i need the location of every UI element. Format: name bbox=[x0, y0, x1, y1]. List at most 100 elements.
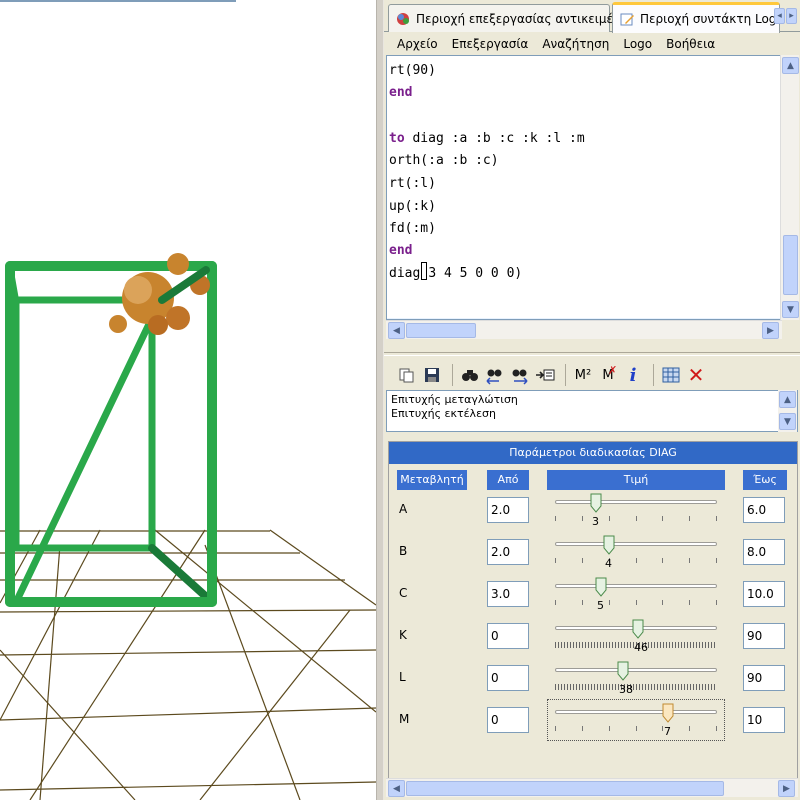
right-panel: Περιοχή επεξεργασίας αντικειμένων Περιοχ… bbox=[384, 0, 800, 800]
m-clear-icon[interactable]: M ✗ bbox=[597, 364, 619, 386]
slider-tick bbox=[662, 558, 663, 563]
tab-label: Περιοχή συντάκτη Logo bbox=[640, 12, 784, 26]
find-icon[interactable] bbox=[459, 364, 481, 386]
param-to-input[interactable]: 8.0 bbox=[743, 539, 785, 565]
pane-divider[interactable] bbox=[384, 352, 800, 356]
scroll-left-button[interactable]: ◀ bbox=[388, 322, 405, 339]
tab-scroll-left-button[interactable]: ◂ bbox=[774, 8, 785, 24]
slider-tick bbox=[555, 516, 556, 521]
param-value-label: 38 bbox=[619, 683, 633, 696]
find-previous-icon[interactable] bbox=[484, 364, 506, 386]
scroll-left-button[interactable]: ◀ bbox=[388, 780, 405, 797]
slider-tick bbox=[716, 516, 717, 521]
menu-edit[interactable]: Επεξεργασία bbox=[445, 37, 536, 51]
ground-grid bbox=[0, 529, 376, 800]
scroll-thumb[interactable] bbox=[783, 235, 798, 295]
tab-object-editing[interactable]: Περιοχή επεξεργασίας αντικειμένων bbox=[388, 4, 636, 32]
slider-thumb[interactable] bbox=[662, 703, 674, 723]
slider-thumb[interactable] bbox=[632, 619, 644, 639]
code-text: diag :a :b :c :k :l :m bbox=[404, 131, 585, 146]
menu-logo[interactable]: Logo bbox=[616, 37, 659, 51]
copy-icon[interactable] bbox=[396, 364, 418, 386]
slider-thumb[interactable] bbox=[590, 493, 602, 513]
tab-logo-editor[interactable]: Περιοχή συντάκτη Logo bbox=[612, 2, 784, 33]
tab-bar: Περιοχή επεξεργασίας αντικειμένων Περιοχ… bbox=[384, 0, 800, 33]
column-header-value: Τιμή bbox=[547, 470, 725, 490]
code-line: orth(:a :b :c) bbox=[389, 153, 499, 168]
slider-tick bbox=[555, 558, 556, 563]
parameters-title: Παράμετροι διαδικασίας DIAG bbox=[389, 442, 797, 464]
scroll-up-button[interactable]: ▲ bbox=[779, 391, 796, 408]
param-slider-track[interactable] bbox=[555, 584, 717, 588]
code-line-call: diag 3 4 5 0 0 0) bbox=[389, 262, 522, 284]
param-to-input[interactable]: 10 bbox=[743, 707, 785, 733]
slider-tick bbox=[689, 600, 690, 605]
param-slider-track[interactable] bbox=[555, 500, 717, 504]
find-next-icon[interactable] bbox=[509, 364, 531, 386]
tab-scroll-right-button[interactable]: ▸ bbox=[786, 8, 797, 24]
param-value-label: 5 bbox=[597, 599, 604, 612]
menu-file[interactable]: Αρχείο bbox=[390, 37, 445, 51]
param-from-input[interactable]: 2.0 bbox=[487, 539, 529, 565]
slider-focus-outline bbox=[547, 699, 725, 741]
scene-svg bbox=[0, 0, 376, 800]
param-from-input[interactable]: 0 bbox=[487, 707, 529, 733]
param-slider-track[interactable] bbox=[555, 710, 717, 714]
param-to-input[interactable]: 6.0 bbox=[743, 497, 785, 523]
column-header-to: Έως bbox=[743, 470, 787, 490]
close-icon[interactable]: ✕ bbox=[685, 363, 707, 387]
slider-tick bbox=[582, 600, 583, 605]
3d-viewport[interactable] bbox=[0, 0, 376, 800]
param-to-input[interactable]: 90 bbox=[743, 665, 785, 691]
output-vertical-scrollbar[interactable]: ▲ ▼ bbox=[778, 390, 797, 432]
scroll-down-button[interactable]: ▼ bbox=[779, 413, 796, 430]
scroll-up-button[interactable]: ▲ bbox=[782, 57, 799, 74]
param-from-input[interactable]: 0 bbox=[487, 665, 529, 691]
panel-splitter[interactable] bbox=[376, 0, 384, 800]
param-from-input[interactable]: 0 bbox=[487, 623, 529, 649]
code-line: fd(:m) bbox=[389, 221, 436, 236]
column-header-variable: Μεταβλητή bbox=[397, 470, 467, 490]
param-slider-track[interactable] bbox=[555, 542, 717, 546]
param-to-input[interactable]: 10.0 bbox=[743, 581, 785, 607]
scroll-thumb[interactable] bbox=[406, 323, 476, 338]
info-icon[interactable]: i bbox=[622, 364, 644, 386]
slider-tick bbox=[716, 726, 717, 731]
toolbar-separator bbox=[452, 364, 453, 386]
scroll-right-button[interactable]: ▶ bbox=[762, 322, 779, 339]
panel-horizontal-scrollbar[interactable]: ◀ ▶ bbox=[386, 778, 798, 797]
editor-vertical-scrollbar[interactable]: ▲ ▼ bbox=[780, 55, 799, 320]
objects-area-icon bbox=[397, 12, 409, 25]
code-text: 3 4 5 0 0 0) bbox=[428, 266, 523, 281]
editor-horizontal-scrollbar[interactable]: ◀ ▶ bbox=[386, 320, 782, 339]
goto-line-icon[interactable] bbox=[534, 364, 556, 386]
slider-tick bbox=[716, 558, 717, 563]
menu-help[interactable]: Βοήθεια bbox=[659, 37, 722, 51]
logo-editor-icon bbox=[620, 13, 634, 26]
code-line: end bbox=[389, 85, 413, 100]
param-slider-track[interactable] bbox=[555, 668, 717, 672]
m-squared-icon[interactable]: M² bbox=[572, 364, 594, 386]
scroll-thumb[interactable] bbox=[406, 781, 724, 796]
slider-thumb[interactable] bbox=[595, 577, 607, 597]
save-icon[interactable] bbox=[421, 364, 443, 386]
param-name: C bbox=[399, 586, 408, 600]
param-name: A bbox=[399, 502, 408, 516]
param-from-input[interactable]: 3.0 bbox=[487, 581, 529, 607]
slider-thumb[interactable] bbox=[603, 535, 615, 555]
param-to-input[interactable]: 90 bbox=[743, 623, 785, 649]
output-console: Επιτυχής μεταγλώτιση Επιτυχής εκτέλεση bbox=[386, 390, 798, 432]
slider-tick bbox=[609, 726, 610, 731]
scroll-down-button[interactable]: ▼ bbox=[782, 301, 799, 318]
toolbar-separator bbox=[565, 364, 566, 386]
code-editor[interactable]: rt(90) end to diag :a :b :c :k :l :m ort… bbox=[386, 55, 782, 320]
param-value-label: 46 bbox=[634, 641, 648, 654]
keyword: to bbox=[389, 131, 405, 146]
menu-search[interactable]: Αναζήτηση bbox=[535, 37, 616, 51]
scroll-right-button[interactable]: ▶ bbox=[778, 780, 795, 797]
param-name: K bbox=[399, 628, 407, 642]
param-from-input[interactable]: 2.0 bbox=[487, 497, 529, 523]
grid-icon[interactable] bbox=[660, 364, 682, 386]
slider-thumb[interactable] bbox=[617, 661, 629, 681]
code-line: rt(:l) bbox=[389, 176, 436, 191]
